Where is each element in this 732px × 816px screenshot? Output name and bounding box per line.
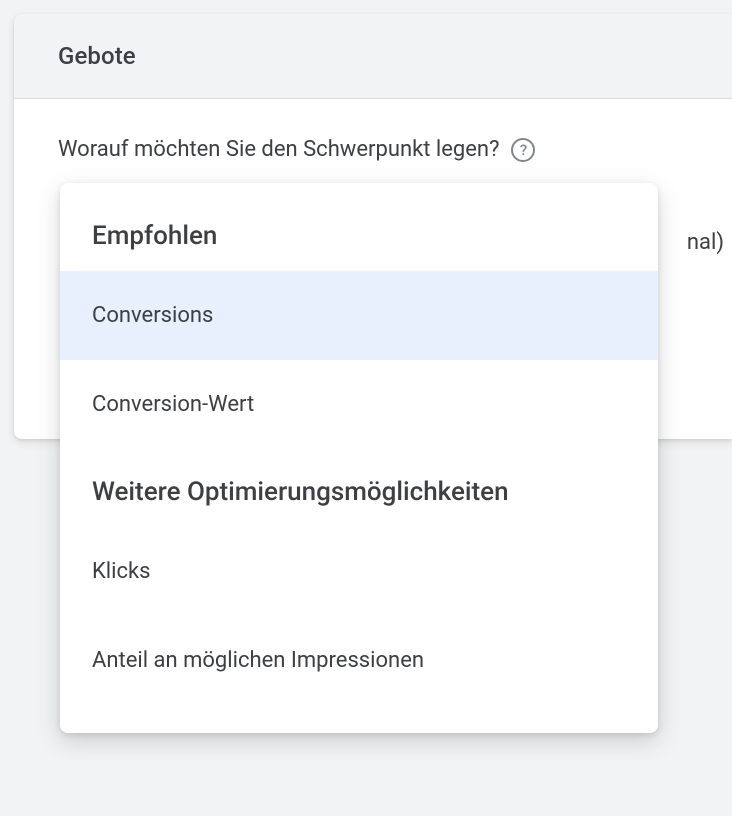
obscured-text: nal) (687, 230, 724, 255)
panel-title: Gebote (58, 42, 688, 70)
help-icon[interactable]: ? (511, 138, 535, 162)
dropdown-section-header-other: Weitere Optimierungsmöglichkeiten (60, 449, 658, 527)
panel-header: Gebote (14, 14, 732, 99)
dropdown-item-conversions[interactable]: Conversions (60, 271, 658, 360)
dropdown-item-clicks[interactable]: Klicks (60, 527, 658, 616)
focus-dropdown: Empfohlen Conversions Conversion-Wert We… (60, 183, 658, 733)
question-row: Worauf möchten Sie den Schwerpunkt legen… (58, 137, 688, 162)
dropdown-section-header-recommended: Empfohlen (60, 203, 658, 271)
dropdown-item-impression-share[interactable]: Anteil an möglichen Impressionen (60, 616, 658, 705)
dropdown-item-conversion-value[interactable]: Conversion-Wert (60, 360, 658, 449)
question-text: Worauf möchten Sie den Schwerpunkt legen… (58, 137, 499, 162)
